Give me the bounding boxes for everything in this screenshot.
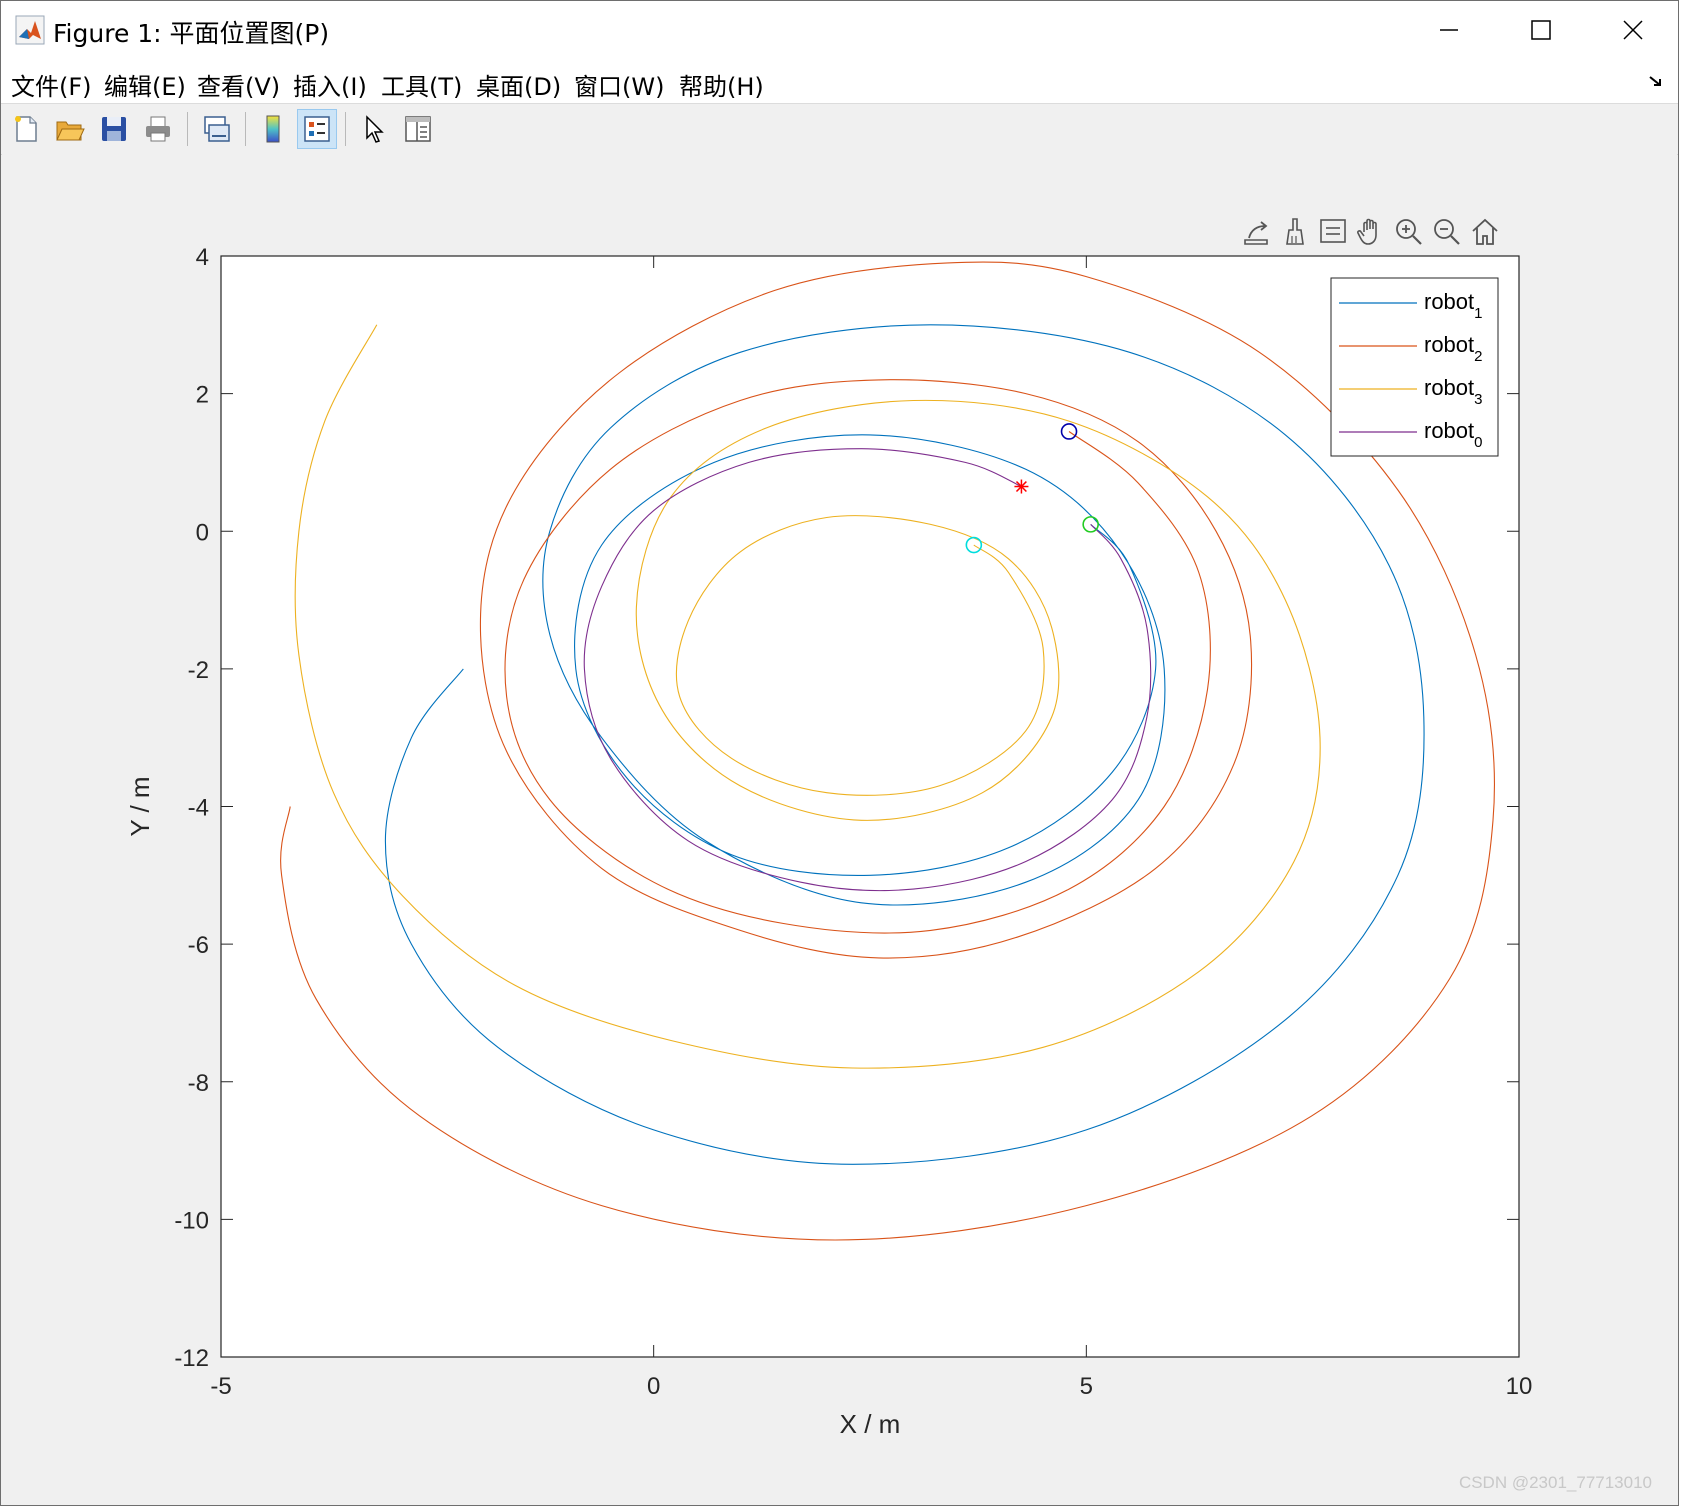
zoom-in-button[interactable] — [1391, 213, 1427, 251]
x-tick-label: 0 — [647, 1373, 660, 1400]
pan-button[interactable] — [1353, 213, 1389, 251]
y-tick-label: -12 — [174, 1345, 209, 1372]
figure-window: Figure 1: 平面位置图(P) 文件(F) 编辑(E) 查看(V) 插入(… — [0, 0, 1679, 1506]
home-button[interactable] — [1467, 213, 1503, 251]
legend[interactable]: robot1robot2robot3robot0 — [1330, 277, 1499, 457]
target-star-marker — [1014, 479, 1029, 494]
x-tick-label: 5 — [1080, 1373, 1093, 1400]
y-tick-label: -6 — [188, 932, 209, 959]
y-tick-label: -10 — [174, 1207, 209, 1234]
x-tick-label: 10 — [1506, 1373, 1533, 1400]
brush-button[interactable] — [1277, 213, 1313, 251]
y-tick-label: 4 — [196, 244, 209, 271]
watermark: CSDN @2301_77713010 — [1458, 1473, 1652, 1492]
y-tick-label: 0 — [196, 519, 209, 546]
zoom-out-button[interactable] — [1429, 213, 1465, 251]
y-tick-label: 2 — [196, 382, 209, 409]
y-tick-label: -4 — [188, 795, 209, 822]
brush-icon — [1286, 218, 1304, 245]
y-tick-label: -8 — [188, 1070, 209, 1097]
data-tips-button[interactable] — [1315, 213, 1351, 251]
data-tips-icon — [1320, 219, 1346, 243]
export-icon — [1244, 221, 1268, 245]
zoom-in-icon — [1396, 219, 1422, 245]
zoom-out-icon — [1434, 219, 1460, 245]
x-axis-label: X / m — [840, 1409, 901, 1439]
y-axis-label: Y / m — [125, 776, 155, 836]
export-button[interactable] — [1239, 213, 1275, 251]
home-icon — [1472, 218, 1498, 245]
y-tick-label: -2 — [188, 657, 209, 684]
pan-icon — [1357, 218, 1377, 245]
x-tick-label: -5 — [210, 1373, 231, 1400]
axes-background[interactable] — [221, 256, 1519, 1357]
